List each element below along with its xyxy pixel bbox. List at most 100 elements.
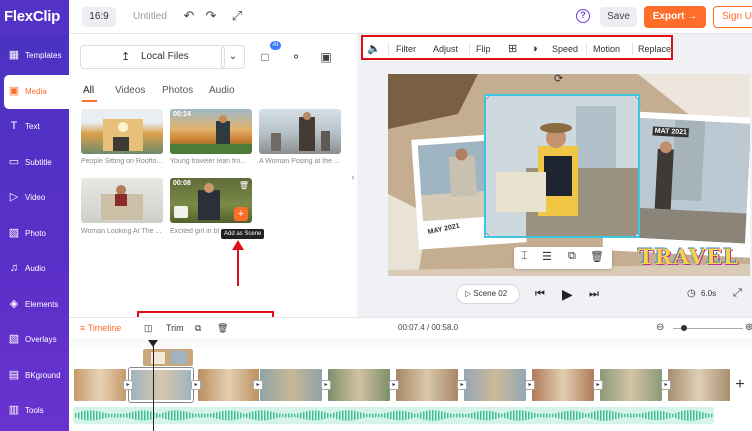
transition-icon[interactable]: ▸ [123, 380, 133, 390]
transition-icon[interactable]: ▸ [525, 380, 535, 390]
timeline-clip[interactable] [463, 368, 527, 402]
sidebar-item-elements[interactable]: ◈ Elements [0, 288, 69, 322]
layers-icon[interactable]: ☰ [542, 250, 552, 263]
zoom-in-icon[interactable]: ⊕ [745, 322, 752, 333]
sidebar-item-overlays[interactable]: ▧ Overlays [0, 323, 69, 357]
screen-record-icon[interactable]: ▣ [317, 48, 335, 66]
fullscreen-preview-icon[interactable]: ⤢ [733, 287, 742, 300]
resize-handle[interactable] [635, 233, 638, 236]
timeline-clip[interactable] [73, 368, 127, 402]
media-thumb[interactable]: 00:14 [170, 109, 252, 154]
waveform-bar [465, 413, 467, 418]
timeline-clip[interactable] [197, 368, 261, 402]
zoom-slider-knob[interactable] [681, 325, 687, 331]
waveform-bar [402, 410, 404, 421]
timeline-clip[interactable] [531, 368, 595, 402]
add-as-scene-icon[interactable]: + [234, 207, 248, 221]
save-button[interactable]: Save [600, 7, 637, 27]
waveform-bar [678, 411, 680, 420]
redo-icon[interactable]: ↷ [203, 8, 219, 24]
tab-all[interactable]: All [83, 85, 94, 96]
aspect-ratio-button[interactable]: 16:9 [82, 7, 116, 27]
waveform-bar [255, 410, 257, 421]
waveform-bar [105, 413, 107, 418]
trim-button[interactable]: Trim [166, 321, 184, 335]
sidebar-item-video[interactable]: ▷ Video [0, 181, 69, 215]
upload-dropdown-button[interactable]: ⌄ [221, 45, 245, 69]
resize-handle[interactable] [635, 96, 638, 99]
microphone-icon[interactable]: ⚬ [287, 48, 305, 66]
sidebar-item-text[interactable]: T Text [0, 110, 69, 144]
tab-audio[interactable]: Audio [209, 85, 235, 96]
sidebar-item-bkground[interactable]: ▤ BKground [0, 359, 69, 393]
transition-icon[interactable]: ▸ [253, 380, 263, 390]
transition-icon[interactable]: ▸ [389, 380, 399, 390]
playhead[interactable] [153, 340, 154, 431]
waveform-bar [495, 412, 497, 419]
signup-button[interactable]: Sign U [713, 6, 752, 28]
sidebar-item-templates[interactable]: ▦ Templates [0, 39, 69, 73]
transition-icon[interactable]: ▸ [457, 380, 467, 390]
waveform-bar [330, 413, 332, 418]
sidebar-item-subtitle[interactable]: ▭ Subtitle [0, 146, 69, 180]
add-scene-icon[interactable]: + [729, 368, 751, 402]
transition-icon[interactable]: ▸ [593, 380, 603, 390]
delete-clip-icon[interactable]: 🗑 [217, 321, 228, 335]
travel-sticker[interactable]: TRAVEL [638, 244, 739, 269]
timeline-clip[interactable] [327, 368, 391, 402]
transition-icon[interactable]: ▸ [321, 380, 331, 390]
waveform-bar [471, 412, 473, 419]
export-button[interactable]: Export → [644, 6, 706, 28]
timeline-clip[interactable] [129, 368, 193, 402]
sidebar-item-photo[interactable]: ▨ Photo [0, 217, 69, 251]
audio-track[interactable] [73, 407, 714, 424]
help-icon[interactable]: ? [576, 9, 590, 23]
timeline-clip[interactable] [667, 368, 731, 402]
selected-photo[interactable] [484, 94, 640, 238]
tab-videos[interactable]: Videos [115, 85, 145, 96]
top-bar: 16:9 Untitled ↶ ↷ ⤢ ? Save Export → Sign… [0, 0, 752, 34]
media-thumb[interactable]: 00:08 🗑 + [170, 178, 252, 223]
play-icon[interactable]: ▶ [562, 284, 573, 304]
rotate-icon[interactable]: ⟳ [554, 74, 563, 85]
waveform-bar [540, 413, 542, 418]
timeline-clip[interactable] [259, 368, 323, 402]
transition-icon[interactable]: ▸ [661, 380, 671, 390]
local-files-button[interactable]: ↥ Local Files [80, 45, 225, 69]
sidebar-item-audio[interactable]: ♫ Audio [0, 252, 69, 286]
timeline-ruler[interactable] [69, 338, 752, 348]
timeline-clip[interactable] [599, 368, 663, 402]
split-icon[interactable]: ◫ [144, 321, 153, 335]
waveform-bar [300, 412, 302, 419]
ai-script-icon[interactable]: □ [256, 48, 274, 66]
tab-photos[interactable]: Photos [162, 85, 193, 96]
duplicate-clip-icon[interactable]: ⧉ [195, 321, 201, 335]
resize-handle[interactable] [486, 233, 489, 236]
media-thumb[interactable] [81, 109, 163, 154]
previous-icon[interactable]: ⏮ [535, 284, 545, 304]
waveform-bar [393, 411, 395, 420]
zoom-out-icon[interactable]: ⊖ [656, 322, 664, 333]
transition-icon[interactable]: ▸ [191, 380, 201, 390]
scene-selector[interactable]: ▷ Scene 02 [456, 284, 520, 304]
video-stage[interactable]: MAY 2021 MAT 2021 ⟳ TRAVEL ⌶ ☰ ⧉ 🗑 [388, 74, 750, 276]
fullscreen-icon[interactable]: ⤢ [229, 8, 245, 24]
media-thumb[interactable] [81, 178, 163, 223]
delete-media-icon[interactable]: 🗑 [239, 181, 249, 190]
waveform-bar [309, 410, 311, 421]
sidebar-item-media[interactable]: ▣ Media [4, 74, 69, 109]
align-icon[interactable]: ⌶ [521, 250, 528, 263]
timeline-clip[interactable] [395, 368, 459, 402]
waveform-bar [708, 413, 710, 418]
project-title[interactable]: Untitled [133, 11, 167, 22]
scene-duration[interactable]: 6.0s [701, 289, 716, 298]
timeline-toggle[interactable]: ≡ Timeline [80, 321, 121, 335]
undo-icon[interactable]: ↶ [181, 8, 197, 24]
duplicate-icon[interactable]: ⧉ [568, 250, 576, 263]
waveform-bar [147, 410, 149, 421]
media-thumb[interactable] [259, 109, 341, 154]
delete-icon[interactable]: 🗑 [590, 250, 604, 263]
waveform-bar [681, 411, 683, 420]
next-icon[interactable]: ⏭ [589, 284, 599, 304]
sidebar-item-tools[interactable]: ▥ Tools [0, 394, 69, 428]
